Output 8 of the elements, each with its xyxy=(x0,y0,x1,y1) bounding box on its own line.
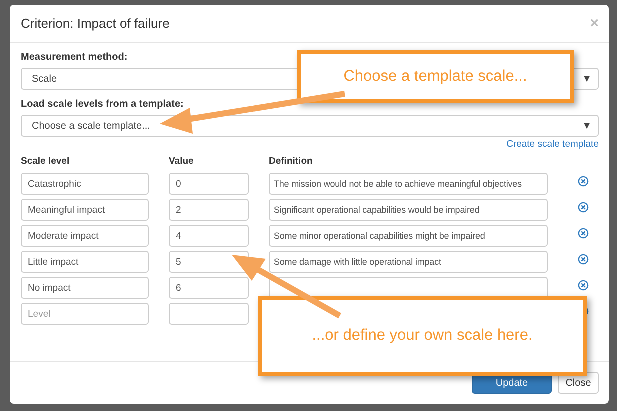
hint-tooltip: Choose a template scale... xyxy=(297,50,574,103)
hint-tooltip: ...or define your own scale here. xyxy=(258,296,587,376)
dialog-title: Criterion: Impact of failure xyxy=(21,16,170,31)
field-label: Measurement method: xyxy=(21,52,129,63)
field-label: Load scale levels from a template: xyxy=(21,99,185,110)
column-header: Scale level xyxy=(21,156,71,167)
column-header: Value xyxy=(169,156,195,167)
column-header: Definition xyxy=(269,156,314,167)
